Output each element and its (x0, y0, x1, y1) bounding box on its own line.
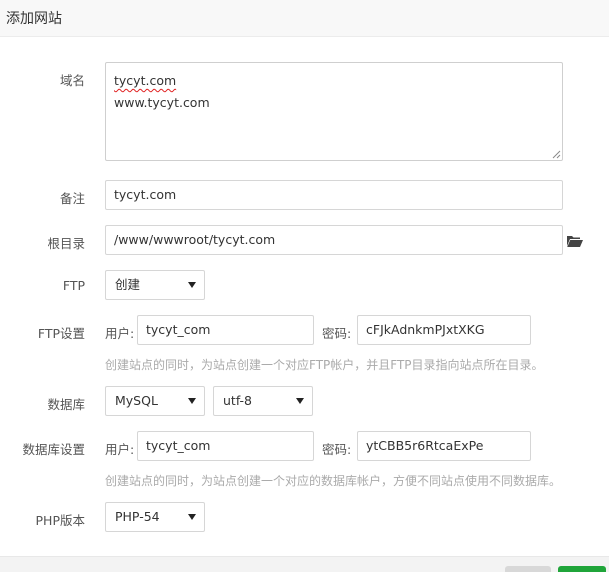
cancel-button[interactable] (505, 566, 551, 572)
remark-input[interactable]: tycyt.com (105, 180, 563, 210)
ftp-label: FTP (62, 278, 85, 293)
ftp-password-input[interactable]: cFJkAdnkmPJxtXKG (357, 315, 531, 345)
dialog-title: 添加网站 (6, 11, 62, 27)
ftp-password-label: 密码: (322, 326, 352, 341)
database-hint: 创建站点的同时，为站点创建一个对应的数据库帐户，方便不同站点使用不同数据库。 (105, 474, 562, 488)
ftp-hint: 创建站点的同时，为站点创建一个对应FTP帐户，并且FTP目录指向站点所在目录。 (105, 358, 544, 372)
database-type-value: MySQL (115, 393, 158, 408)
ftp-select[interactable]: 创建 (105, 270, 205, 300)
caret-down-icon (296, 398, 304, 404)
database-password-label: 密码: (322, 442, 352, 457)
domain-label: 域名 (59, 73, 85, 88)
root-dir-label: 根目录 (47, 236, 85, 251)
database-label: 数据库 (47, 397, 85, 412)
caret-down-icon (188, 282, 196, 288)
folder-open-icon[interactable] (566, 234, 584, 248)
database-password-input[interactable]: ytCBB5r6RtcaExPe (357, 431, 531, 461)
resize-grip-icon[interactable] (551, 149, 561, 159)
ftp-user-label: 用户: (105, 326, 135, 341)
dialog-header: 添加网站 (0, 0, 609, 37)
root-dir-input[interactable]: /www/wwwroot/tycyt.com (105, 225, 563, 255)
domain-textarea[interactable]: tycyt.com www.tycyt.com (105, 62, 563, 161)
submit-button[interactable] (558, 566, 606, 572)
php-version-select[interactable]: PHP-54 (105, 502, 205, 532)
ftp-settings-label: FTP设置 (37, 326, 85, 341)
php-version-label: PHP版本 (35, 513, 85, 528)
database-type-select[interactable]: MySQL (105, 386, 205, 416)
database-charset-select[interactable]: utf-8 (213, 386, 313, 416)
database-user-input[interactable]: tycyt_com (137, 431, 314, 461)
domain-line: tycyt.com (114, 73, 177, 88)
ftp-select-value: 创建 (115, 277, 141, 292)
ftp-user-input[interactable]: tycyt_com (137, 315, 314, 345)
database-charset-value: utf-8 (223, 393, 253, 408)
database-settings-label: 数据库设置 (22, 442, 85, 457)
php-version-value: PHP-54 (115, 509, 160, 524)
caret-down-icon (188, 398, 196, 404)
domain-line: www.tycyt.com (114, 95, 210, 110)
database-user-label: 用户: (105, 442, 135, 457)
caret-down-icon (188, 514, 196, 520)
remark-label: 备注 (59, 191, 85, 206)
